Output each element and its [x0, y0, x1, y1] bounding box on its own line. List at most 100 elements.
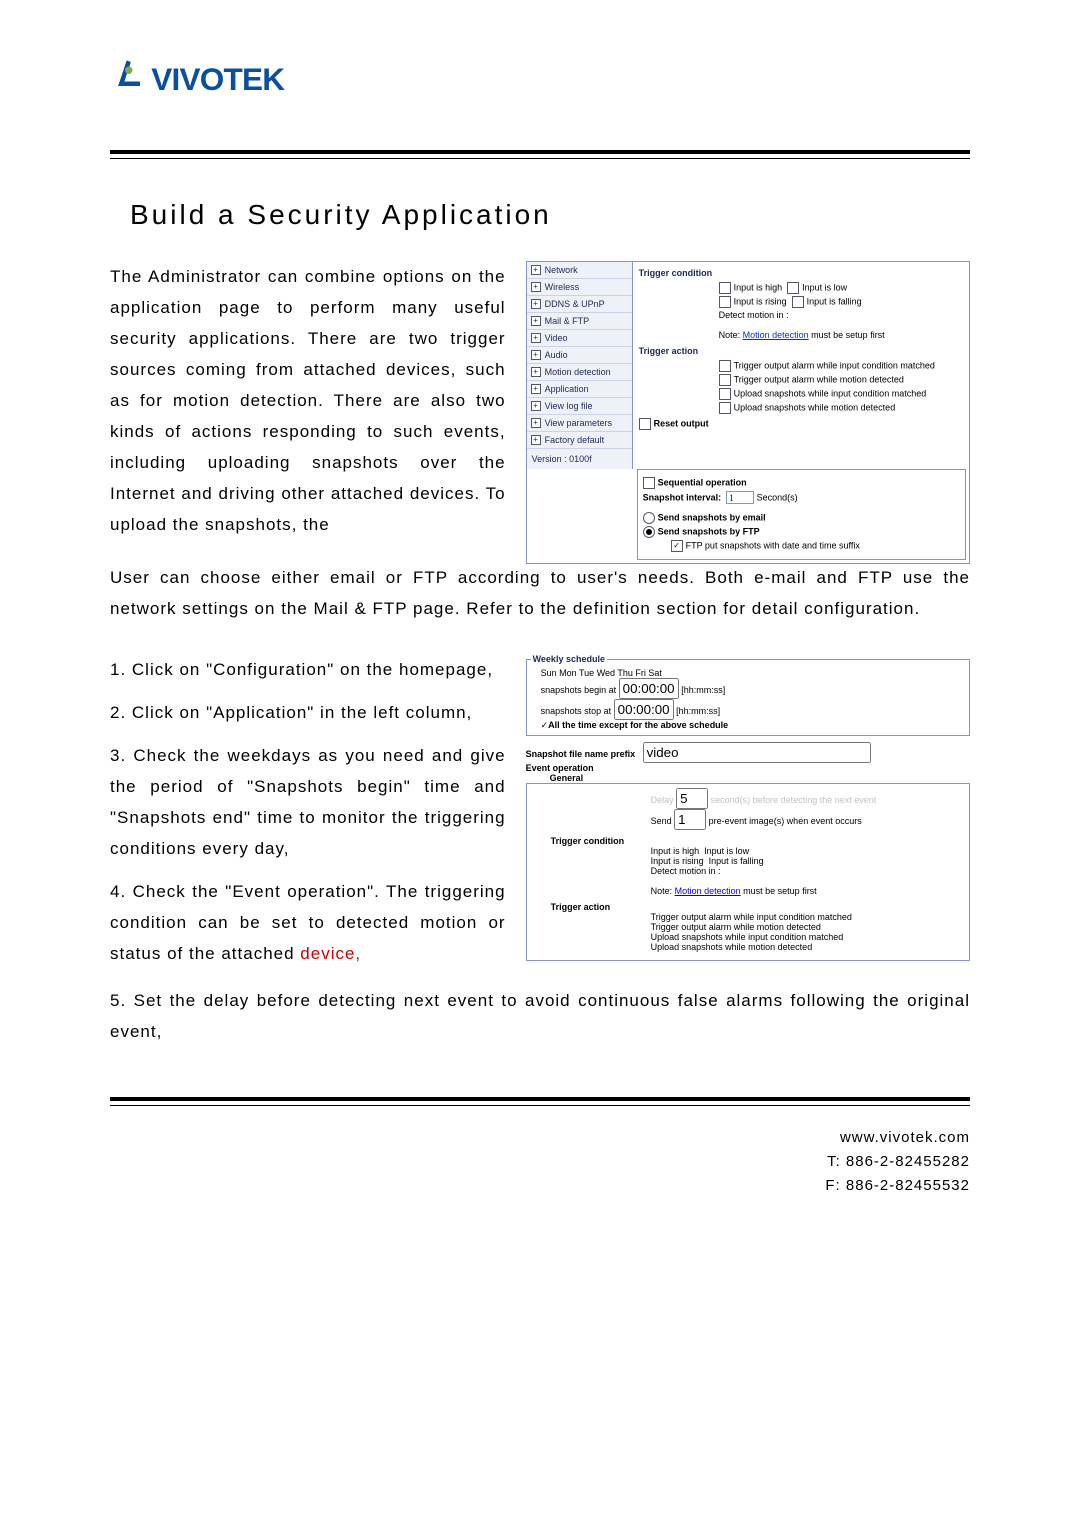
nav-motion[interactable]: +Motion detection	[527, 364, 632, 381]
page-title: Build a Security Application	[130, 199, 970, 231]
filename-prefix-input[interactable]	[643, 742, 871, 763]
lbl-ta4: Upload snapshots while motion detected	[734, 402, 896, 412]
nav-mailftp[interactable]: +Mail & FTP	[527, 313, 632, 330]
expand-icon[interactable]: +	[531, 316, 541, 326]
footer-fax: F: 886-2-82455532	[110, 1174, 970, 1198]
p2-motion-detection-link[interactable]: Motion detection	[675, 886, 741, 896]
p2-note-prefix: Note:	[651, 886, 675, 896]
footer-tel: T: 886-2-82455282	[110, 1150, 970, 1174]
p2-lbl-high: Input is high	[651, 846, 700, 856]
footer-rule	[110, 1097, 970, 1106]
snap-stop-input[interactable]	[614, 699, 674, 720]
lbl-reset-output: Reset output	[654, 418, 709, 428]
lbl-ta2: Trigger output alarm while motion detect…	[734, 374, 904, 384]
snapshot-interval-input[interactable]	[726, 491, 754, 504]
expand-icon[interactable]: +	[531, 435, 541, 445]
rb-send-ftp[interactable]	[643, 526, 655, 538]
lbl-mon: Mon	[559, 668, 577, 678]
svg-text:VIVOTEK: VIVOTEK	[151, 61, 285, 97]
intro-paragraph-below: User can choose either email or FTP acco…	[110, 562, 970, 624]
app-settings-panel-2: Weekly schedule Sun Mon Tue Wed Thu Fri …	[526, 654, 970, 961]
cb-all-time[interactable]: ✓	[541, 720, 549, 730]
send-input[interactable]	[674, 809, 706, 830]
step-5: 5. Set the delay before detecting next e…	[110, 985, 970, 1047]
cb-input-low[interactable]	[787, 282, 799, 294]
nav-viewparams[interactable]: +View parameters	[527, 415, 632, 432]
p2-lbl-ta3: Upload snapshots while input condition m…	[651, 932, 844, 942]
expand-icon[interactable]: +	[531, 350, 541, 360]
p2-trigger-condition-head: Trigger condition	[551, 836, 965, 846]
step-1: 1. Click on "Configuration" on the homep…	[110, 654, 506, 685]
p2-lbl-ta1: Trigger output alarm while input conditi…	[651, 912, 852, 922]
weekly-schedule-box: Weekly schedule Sun Mon Tue Wed Thu Fri …	[526, 654, 970, 736]
expand-icon[interactable]: +	[531, 367, 541, 377]
p2-lbl-ta4: Upload snapshots while motion detected	[651, 942, 813, 952]
step-4: 4. Check the "Event operation". The trig…	[110, 876, 506, 969]
motion-detection-link[interactable]: Motion detection	[743, 330, 809, 340]
p2-lbl-ta2: Trigger output alarm while motion detect…	[651, 922, 821, 932]
lbl-snapshot-interval: Snapshot interval:	[643, 493, 722, 503]
delay-input[interactable]	[676, 788, 708, 809]
cb-ftp-suffix[interactable]: ✓	[671, 540, 683, 552]
cb-input-high[interactable]	[719, 282, 731, 294]
expand-icon[interactable]: +	[531, 401, 541, 411]
p2-lbl-falling: Input is falling	[709, 856, 764, 866]
nav-application[interactable]: +Application	[527, 381, 632, 398]
lbl-thu: Thu	[617, 668, 633, 678]
p2-lbl-low: Input is low	[704, 846, 749, 856]
lbl-send: Send	[651, 816, 672, 826]
version-label: Version : 0100f	[527, 449, 632, 469]
lbl-prefix: Snapshot file name prefix	[526, 749, 636, 759]
expand-icon[interactable]: +	[531, 418, 541, 428]
trigger-action-head: Trigger action	[639, 346, 963, 356]
expand-icon[interactable]: +	[531, 265, 541, 275]
expand-icon[interactable]: +	[531, 299, 541, 309]
cb-ta1[interactable]	[719, 360, 731, 372]
expand-icon[interactable]: +	[531, 333, 541, 343]
trigger-condition-head: Trigger condition	[639, 268, 963, 278]
cb-input-falling[interactable]	[792, 296, 804, 308]
lbl-tue: Tue	[579, 668, 594, 678]
note-suffix: must be setup first	[809, 330, 885, 340]
lbl-seconds: Second(s)	[757, 493, 798, 503]
cb-ta3[interactable]	[719, 388, 731, 400]
lbl-sat: Sat	[648, 668, 662, 678]
lbl-delay-text: second(s) before detecting the next even…	[711, 795, 877, 805]
cb-input-rising[interactable]	[719, 296, 731, 308]
lbl-general: General	[550, 773, 584, 783]
cb-reset-output[interactable]	[639, 418, 651, 430]
footer-url: www.vivotek.com	[110, 1126, 970, 1150]
app-settings-panel-1: +Network +Wireless +DDNS & UPnP +Mail & …	[526, 261, 970, 564]
general-box: Delay second(s) before detecting the nex…	[526, 783, 970, 961]
lbl-send-ftp: Send snapshots by FTP	[658, 526, 760, 536]
nav-video[interactable]: +Video	[527, 330, 632, 347]
lbl-send-text: pre-event image(s) when event occurs	[709, 816, 862, 826]
cb-ta4[interactable]	[719, 402, 731, 414]
lbl-input-falling: Input is falling	[807, 296, 862, 306]
snap-begin-input[interactable]	[619, 678, 679, 699]
nav-network[interactable]: +Network	[527, 262, 632, 279]
p2-lbl-rising: Input is rising	[651, 856, 704, 866]
header-rule	[110, 150, 970, 159]
nav-ddns[interactable]: +DDNS & UPnP	[527, 296, 632, 313]
lbl-ta3: Upload snapshots while input condition m…	[734, 388, 927, 398]
rb-send-email[interactable]	[643, 512, 655, 524]
expand-icon[interactable]: +	[531, 384, 541, 394]
cb-sequential-op[interactable]	[643, 477, 655, 489]
lbl-event-operation: Event operation	[526, 763, 594, 773]
step-2: 2. Click on "Application" in the left co…	[110, 697, 506, 728]
nav-wireless[interactable]: +Wireless	[527, 279, 632, 296]
lbl-input-high: Input is high	[734, 282, 783, 292]
lbl-snap-stop: snapshots stop at	[541, 706, 612, 716]
nav-audio[interactable]: +Audio	[527, 347, 632, 364]
nav-viewlog[interactable]: +View log file	[527, 398, 632, 415]
cb-ta2[interactable]	[719, 374, 731, 386]
p2-note-suffix: must be setup first	[741, 886, 817, 896]
nav-factory[interactable]: +Factory default	[527, 432, 632, 449]
weekly-schedule-head: Weekly schedule	[531, 654, 607, 664]
expand-icon[interactable]: +	[531, 282, 541, 292]
detect-motion-text: Detect motion in :	[719, 310, 963, 320]
lbl-fri: Fri	[635, 668, 646, 678]
lbl-ta1: Trigger output alarm while input conditi…	[734, 360, 935, 370]
p2-trigger-action-head: Trigger action	[551, 902, 965, 912]
